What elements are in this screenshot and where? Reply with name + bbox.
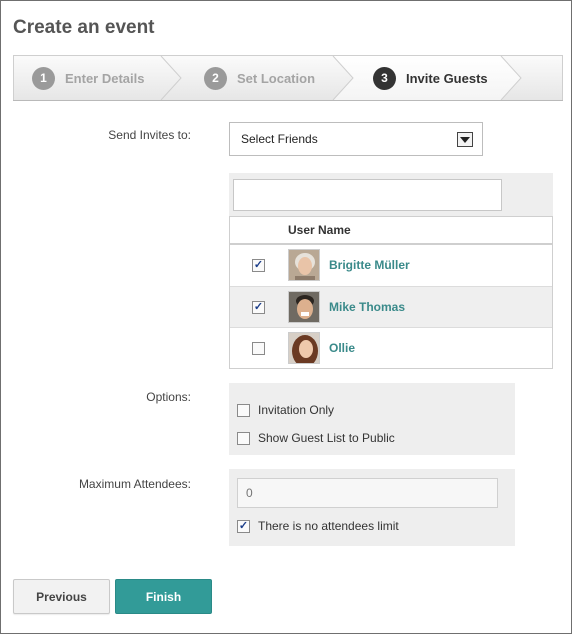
option-label: Invitation Only (258, 403, 335, 417)
step-number: 3 (373, 66, 396, 90)
friend-search-input[interactable] (233, 179, 502, 211)
avatar (288, 332, 320, 364)
avatar (288, 249, 320, 281)
step-number: 1 (32, 66, 55, 90)
page-title: Create an event (13, 17, 155, 38)
option-show-guest-list[interactable]: Show Guest List to Public (237, 431, 395, 445)
send-invites-label: Send Invites to: (108, 128, 191, 142)
no-limit-checkbox[interactable] (237, 519, 250, 533)
column-header-user-name: User Name (230, 217, 552, 245)
max-attendees-input[interactable] (237, 478, 498, 508)
user-name-link[interactable]: Mike Thomas (329, 300, 405, 314)
user-checkbox[interactable] (252, 259, 265, 272)
select-value: Select Friends (241, 132, 318, 146)
chevron-down-icon[interactable] (457, 132, 473, 147)
avatar-icon (289, 333, 319, 363)
option-label: There is no attendees limit (258, 519, 399, 533)
wizard-steps: 1 Enter Details 2 Set Location 3 Invite … (13, 55, 563, 101)
user-checkbox[interactable] (252, 301, 265, 314)
option-no-limit[interactable]: There is no attendees limit (237, 519, 399, 533)
invitation-only-checkbox[interactable] (237, 403, 250, 417)
step-label: Invite Guests (406, 70, 488, 86)
options-label: Options: (146, 390, 191, 404)
max-attendees-label: Maximum Attendees: (78, 477, 191, 491)
wizard-step-3[interactable]: 3 Invite Guests (373, 65, 488, 91)
table-row: Mike Thomas (230, 286, 552, 327)
show-guest-list-checkbox[interactable] (237, 431, 250, 445)
step-label: Enter Details (65, 70, 145, 86)
options-panel: Invitation Only Show Guest List to Publi… (229, 383, 515, 455)
step-label: Set Location (237, 70, 316, 86)
user-table: User Name Brigitte Müller (229, 216, 553, 369)
option-invitation-only[interactable]: Invitation Only (237, 403, 334, 417)
friends-panel: User Name Brigitte Müller (229, 173, 553, 369)
step-number: 2 (204, 66, 227, 90)
option-label: Show Guest List to Public (258, 431, 395, 445)
wizard-step-2[interactable]: 2 Set Location (204, 65, 315, 91)
attendees-panel: There is no attendees limit (229, 469, 515, 546)
avatar-icon (289, 292, 319, 322)
avatar (288, 291, 320, 323)
finish-button[interactable]: Finish (115, 579, 212, 614)
previous-button[interactable]: Previous (13, 579, 110, 614)
user-rows: Brigitte Müller Mike Thomas (230, 245, 552, 368)
user-name-link[interactable]: Ollie (329, 341, 355, 355)
friends-select[interactable]: Select Friends (229, 122, 483, 156)
avatar-icon (289, 250, 319, 280)
table-row: Ollie (230, 327, 552, 368)
user-checkbox[interactable] (252, 342, 265, 355)
wizard-step-1[interactable]: 1 Enter Details (32, 65, 144, 91)
user-name-link[interactable]: Brigitte Müller (329, 258, 410, 272)
table-row: Brigitte Müller (230, 245, 552, 286)
